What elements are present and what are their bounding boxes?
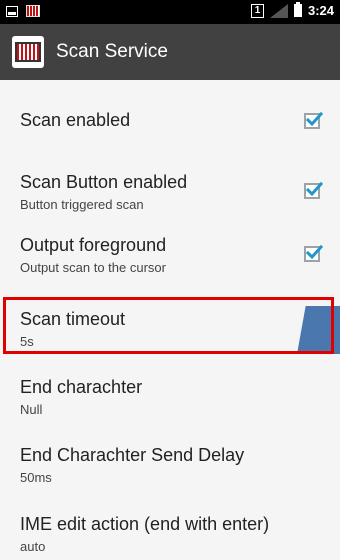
status-clock: 3:24 <box>307 3 334 18</box>
checkmark-icon <box>305 111 323 127</box>
signal-icon <box>269 3 288 18</box>
app-bar: Scan Service <box>0 24 340 80</box>
page-title: Scan Service <box>56 41 168 62</box>
setting-summary: 50ms <box>20 470 52 485</box>
setting-end-character[interactable]: End charachter Null <box>0 368 340 435</box>
setting-scan-enabled[interactable]: Scan enabled <box>0 80 340 159</box>
battery-icon <box>293 2 302 17</box>
setting-title: Scan timeout <box>20 309 126 329</box>
status-right: 1 3:24 <box>250 2 334 18</box>
output-foreground-checkbox[interactable] <box>304 244 323 262</box>
setting-summary: 5s <box>20 334 34 349</box>
setting-title: IME edit action (end with enter) <box>20 514 270 534</box>
setting-end-character-delay[interactable]: End Charachter Send Delay 50ms <box>0 435 340 505</box>
barcode-icon <box>12 36 44 68</box>
status-left <box>6 5 40 17</box>
setting-scan-button-enabled[interactable]: Scan Button enabled Button triggered sca… <box>0 159 340 226</box>
setting-output-foreground[interactable]: Output foreground Output scan to the cur… <box>0 226 340 296</box>
setting-ime-edit-action[interactable]: IME edit action (end with enter) auto <box>0 505 340 560</box>
setting-summary: Button triggered scan <box>20 197 144 212</box>
setting-summary: auto <box>20 539 46 554</box>
sim-card-icon: 1 <box>250 3 264 18</box>
setting-scan-timeout[interactable]: Scan timeout 5s <box>0 296 340 368</box>
checkmark-icon <box>305 181 323 197</box>
setting-title: Scan enabled <box>20 110 131 130</box>
scan-enabled-checkbox[interactable] <box>304 111 323 129</box>
status-bar: 1 3:24 <box>0 0 340 24</box>
checkmark-icon <box>305 244 323 260</box>
setting-title: End Charachter Send Delay <box>20 445 245 465</box>
screenshot-notification-icon <box>6 5 18 17</box>
scan-service-notification-icon <box>26 5 40 17</box>
setting-summary: Null <box>20 402 43 417</box>
setting-title: Scan Button enabled <box>20 172 188 192</box>
settings-list: Scan enabled Scan Button enabled Button … <box>0 80 340 560</box>
barcode-icon-graphic <box>15 42 41 62</box>
scan-button-checkbox[interactable] <box>304 181 323 199</box>
setting-title: End charachter <box>20 377 143 397</box>
setting-title: Output foreground <box>20 235 167 255</box>
setting-summary: Output scan to the cursor <box>20 260 166 275</box>
